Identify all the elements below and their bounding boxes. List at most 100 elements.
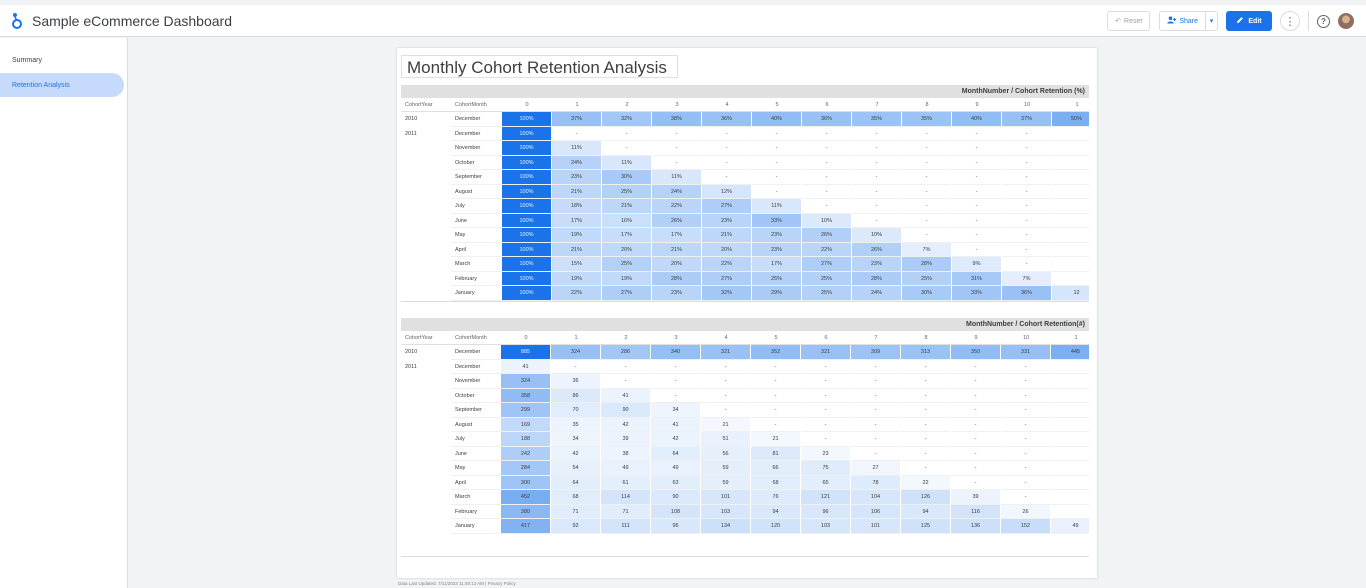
retention-value-cell bbox=[1051, 432, 1089, 447]
cohort-month-cell: December bbox=[451, 112, 502, 127]
table-row: February 100% 19% 19% 28% 27% 25% 25% 28% 25% 31% 7… bbox=[401, 271, 1089, 286]
cohort-month-cell: February bbox=[451, 272, 502, 286]
report-title[interactable]: Sample eCommerce Dashboard bbox=[32, 13, 232, 29]
retention-value-cell bbox=[1052, 127, 1089, 141]
cohort-year-cell bbox=[405, 141, 451, 156]
share-button-group: Share ▾ bbox=[1159, 11, 1218, 31]
retention-value-cell: 29% bbox=[752, 286, 801, 301]
row-header-cohort-year: CohortYear bbox=[405, 102, 433, 108]
nav-item-summary[interactable]: Summary bbox=[0, 48, 124, 72]
retention-value-cell: - bbox=[952, 170, 1001, 185]
retention-value-cell: 106 bbox=[851, 504, 900, 519]
retention-value-cell: - bbox=[701, 374, 750, 389]
retention-value-cell: - bbox=[1001, 432, 1050, 447]
retention-value-cell: - bbox=[902, 141, 951, 156]
retention-value-cell: 37% bbox=[1002, 112, 1051, 127]
retention-value-cell: - bbox=[902, 170, 951, 185]
retention-value-cell: 452 bbox=[501, 490, 550, 505]
retention-value-cell: - bbox=[902, 199, 951, 214]
cohort-month-cell: January bbox=[451, 519, 501, 534]
retention-value-cell: - bbox=[852, 170, 901, 185]
retention-value-cell: 299 bbox=[501, 403, 550, 418]
retention-value-cell: 23% bbox=[752, 228, 801, 243]
cohort-year-cell bbox=[405, 432, 451, 447]
retention-value-cell: 284 bbox=[501, 461, 550, 476]
cohort-retention-count-pivot-table[interactable]: MonthNumber / Cohort Retention(#) Cohort… bbox=[401, 318, 1089, 557]
cohort-month-cell: December bbox=[451, 360, 501, 374]
retention-value-cell: - bbox=[951, 403, 1000, 418]
retention-value-cell: 28% bbox=[852, 271, 901, 286]
edit-button[interactable]: Edit bbox=[1226, 11, 1272, 31]
column-header-month-number: 9 bbox=[974, 335, 978, 341]
retention-value-cell: 49 bbox=[651, 461, 700, 476]
retention-value-cell: 21 bbox=[701, 417, 750, 432]
privacy-policy-link[interactable]: Privacy Policy bbox=[488, 581, 516, 586]
retention-value-cell: 49 bbox=[601, 461, 650, 476]
retention-value-cell: - bbox=[1001, 389, 1050, 403]
retention-value-cell bbox=[1051, 389, 1089, 403]
retention-value-cell bbox=[1052, 243, 1089, 257]
retention-value-cell bbox=[1052, 185, 1089, 199]
retention-value-cell: 24% bbox=[552, 155, 601, 170]
share-button[interactable]: Share bbox=[1160, 12, 1205, 30]
retention-value-cell: 94 bbox=[901, 504, 950, 519]
user-avatar[interactable] bbox=[1338, 13, 1354, 29]
retention-value-cell: - bbox=[652, 156, 701, 170]
cohort-year-cell bbox=[405, 403, 451, 418]
cohort-year-cell: 2011 bbox=[405, 363, 417, 370]
retention-value-cell: 36 bbox=[551, 374, 600, 389]
retention-value-cell: - bbox=[901, 403, 950, 418]
retention-value-cell: - bbox=[951, 389, 1000, 403]
more-options-icon[interactable]: ⋮ bbox=[1280, 11, 1300, 31]
cohort-year-cell bbox=[405, 418, 451, 433]
retention-value-cell: - bbox=[852, 156, 901, 170]
retention-value-cell: - bbox=[951, 461, 1000, 476]
retention-value-cell bbox=[1051, 418, 1089, 432]
cohort-year-cell bbox=[405, 374, 451, 389]
retention-value-cell: 331 bbox=[1001, 345, 1050, 360]
column-header-month-number: 1 bbox=[574, 335, 578, 341]
retention-value-cell: - bbox=[951, 476, 1000, 490]
retention-value-cell: 103 bbox=[801, 519, 850, 534]
retention-value-cell: - bbox=[752, 127, 801, 141]
retention-value-cell: - bbox=[1002, 257, 1051, 272]
pivot-body: 2010 December 885 324 286 340 321 352 321 309 313 3… bbox=[401, 345, 1089, 534]
retention-value-cell: - bbox=[652, 141, 701, 156]
retention-value-cell: 22% bbox=[552, 286, 601, 301]
retention-value-cell: 90 bbox=[651, 490, 700, 505]
cohort-year-cell bbox=[405, 389, 451, 404]
retention-value-cell bbox=[1052, 228, 1089, 243]
cohort-year-cell bbox=[405, 476, 451, 491]
retention-value-cell: 11% bbox=[652, 170, 701, 185]
cohort-year-cell bbox=[405, 170, 451, 185]
table-row: March 100% 15% 25% 20% 22% 17% 27% 23% 28% 9% - bbox=[401, 257, 1089, 272]
retention-value-cell: 108 bbox=[651, 504, 700, 519]
reset-button[interactable]: ↶ Reset bbox=[1107, 11, 1151, 31]
retention-value-cell: - bbox=[702, 156, 751, 170]
report-canvas: Monthly Cohort Retention Analysis MonthN… bbox=[397, 48, 1097, 578]
retention-value-cell: - bbox=[752, 156, 801, 170]
cohort-retention-percent-pivot-table[interactable]: MonthNumber / Cohort Retention (%) Cohor… bbox=[401, 85, 1089, 302]
retention-value-cell: 37% bbox=[552, 112, 601, 127]
retention-value-cell: 358 bbox=[501, 388, 550, 403]
retention-value-cell: 25% bbox=[802, 271, 851, 286]
help-icon[interactable]: ? bbox=[1317, 14, 1330, 28]
retention-value-cell: 64 bbox=[651, 446, 700, 461]
retention-value-cell: 26% bbox=[852, 242, 901, 257]
retention-value-cell: - bbox=[1002, 185, 1051, 199]
retention-value-cell: 286 bbox=[601, 345, 650, 360]
retention-value-cell: 22% bbox=[802, 242, 851, 257]
retention-value-cell: - bbox=[652, 127, 701, 141]
retention-value-cell: 54 bbox=[551, 461, 600, 476]
retention-value-cell bbox=[1052, 170, 1089, 185]
column-header-month-number: 2 bbox=[625, 102, 629, 108]
retention-value-cell: 40% bbox=[752, 112, 801, 127]
retention-value-cell: - bbox=[852, 127, 901, 141]
cohort-year-cell bbox=[405, 243, 451, 258]
retention-value-cell: 26% bbox=[652, 213, 701, 228]
share-dropdown-chevron-icon[interactable]: ▾ bbox=[1205, 12, 1217, 30]
retention-value-cell: - bbox=[1002, 243, 1051, 257]
table-row: August 169 35 42 41 21- - - - - - bbox=[401, 417, 1089, 433]
column-header-month-number: 1 bbox=[575, 102, 579, 108]
nav-item-retention-analysis[interactable]: Retention Analysis bbox=[0, 73, 124, 97]
